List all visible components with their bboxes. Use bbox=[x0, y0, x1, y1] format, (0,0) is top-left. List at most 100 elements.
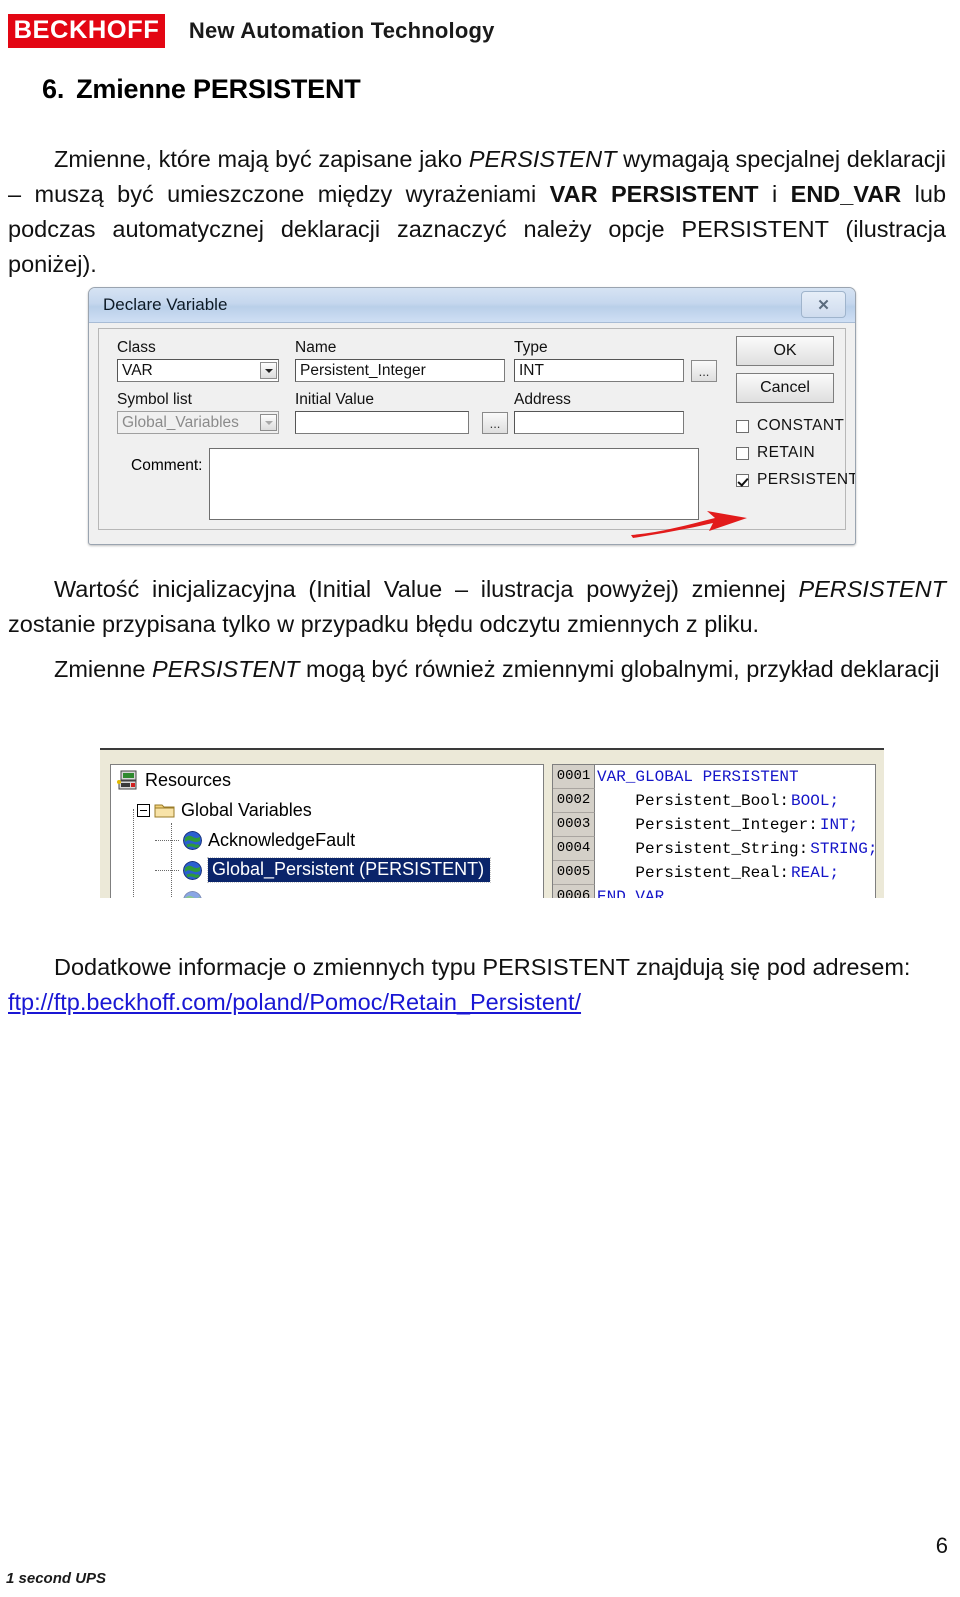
initial-value-browse-button[interactable]: ... bbox=[482, 412, 508, 434]
intro-emph-persistent: PERSISTENT bbox=[468, 146, 617, 172]
constant-checkbox[interactable] bbox=[736, 419, 749, 433]
code-var-type: INT; bbox=[819, 816, 859, 834]
code-var-name: Persistent_Real: bbox=[597, 864, 790, 882]
tree-item-label: Global Variables bbox=[181, 799, 312, 820]
close-icon[interactable]: ✕ bbox=[801, 291, 846, 318]
symbol-list-combobox[interactable]: Global_Variables bbox=[117, 411, 279, 434]
comment-textarea[interactable] bbox=[209, 448, 699, 520]
tree-item-partial[interactable] bbox=[111, 885, 543, 898]
document-header: BECKHOFF New Automation Technology bbox=[8, 10, 952, 52]
persistent-checkbox-row[interactable]: PERSISTENT bbox=[736, 471, 856, 489]
code-line: 0006 END_VAR bbox=[553, 885, 875, 898]
code-var-name: Persistent_String: bbox=[597, 840, 809, 858]
resources-tree-panel[interactable]: Resources Global Variables AcknowledgeFa… bbox=[110, 764, 544, 898]
code-var-name: Persistent_Bool: bbox=[597, 792, 790, 810]
initval-emph-persistent: PERSISTENT bbox=[798, 576, 946, 602]
beckhoff-logo: BECKHOFF bbox=[8, 14, 165, 48]
constant-checkbox-label: CONSTANT bbox=[757, 417, 845, 434]
code-var-type: REAL; bbox=[791, 864, 840, 882]
initial-value-label: Initial Value bbox=[295, 391, 374, 408]
cancel-button[interactable]: Cancel bbox=[736, 373, 834, 403]
code-line-text: END_VAR bbox=[597, 888, 665, 898]
line-number: 0006 bbox=[553, 885, 595, 898]
persistent-checkbox[interactable] bbox=[736, 473, 749, 487]
header-tagline: New Automation Technology bbox=[188, 18, 495, 43]
line-number: 0001 bbox=[553, 765, 595, 789]
global-text-1: Zmienne bbox=[54, 656, 152, 682]
initval-text-2: zostanie przypisana tylko w przypadku bł… bbox=[8, 611, 760, 637]
symbol-list-label: Symbol list bbox=[117, 391, 192, 408]
retain-checkbox-row[interactable]: RETAIN bbox=[736, 444, 815, 462]
name-label: Name bbox=[295, 339, 337, 356]
intro-bold-var-persistent: VAR PERSISTENT bbox=[549, 181, 759, 207]
intro-text-1: Zmienne, które mają być zapisane jako bbox=[54, 146, 469, 172]
type-input[interactable]: INT bbox=[514, 359, 684, 382]
paragraph-intro: Zmienne, które mają być zapisane jako PE… bbox=[8, 142, 946, 282]
tree-item-label: AcknowledgeFault bbox=[208, 829, 356, 850]
code-line: 0004 Persistent_String: STRING; bbox=[553, 837, 875, 861]
line-number: 0003 bbox=[553, 813, 595, 837]
page-title: 6. Zmienne PERSISTENT bbox=[42, 74, 361, 105]
retain-checkbox[interactable] bbox=[736, 446, 749, 460]
declaration-code-editor[interactable]: 0001 VAR_GLOBAL PERSISTENT 0002 Persiste… bbox=[552, 764, 876, 898]
type-browse-button[interactable]: ... bbox=[691, 360, 717, 382]
code-line: 0002 Persistent_Bool: BOOL; bbox=[553, 789, 875, 813]
globe-icon bbox=[183, 890, 202, 898]
declare-variable-dialog-figure: Declare Variable ✕ Class Name Type VAR P… bbox=[88, 287, 856, 545]
dialog-title: Declare Variable bbox=[103, 295, 228, 314]
intro-bold-end-var: END_VAR bbox=[790, 181, 902, 207]
code-var-name: Persistent_Integer: bbox=[597, 816, 818, 834]
class-label: Class bbox=[117, 339, 156, 356]
global-variables-figure: Resources Global Variables AcknowledgeFa… bbox=[100, 748, 884, 898]
page-number: 6 bbox=[935, 1533, 948, 1558]
tree-guide-line bbox=[155, 870, 179, 871]
chevron-down-icon-disabled bbox=[260, 414, 277, 431]
section-number: 6. bbox=[42, 74, 65, 104]
ok-button[interactable]: OK bbox=[736, 336, 834, 366]
tree-item-label: Resources bbox=[145, 769, 232, 790]
global-emph-persistent: PERSISTENT bbox=[151, 656, 300, 682]
paragraph-initial-value: Wartość inicjalizacyjna (Initial Value –… bbox=[8, 572, 946, 642]
tree-item-global-persistent[interactable]: Global_Persistent (PERSISTENT) bbox=[111, 855, 543, 885]
constant-checkbox-row[interactable]: CONSTANT bbox=[736, 417, 844, 435]
tree-item-acknowledgefault[interactable]: AcknowledgeFault bbox=[111, 825, 543, 855]
dialog-titlebar: Declare Variable ✕ bbox=[89, 288, 855, 323]
paragraph-more-info: Dodatkowe informacje o zmiennych typu PE… bbox=[8, 950, 946, 1020]
intro-text-3: i bbox=[758, 181, 791, 207]
folder-icon bbox=[154, 804, 175, 817]
code-line-text: VAR_GLOBAL PERSISTENT bbox=[597, 768, 799, 786]
chevron-down-icon[interactable] bbox=[260, 362, 277, 379]
persistent-checkbox-label: PERSISTENT bbox=[757, 471, 856, 488]
initial-value-input[interactable] bbox=[295, 411, 469, 434]
comment-label: Comment: bbox=[131, 457, 203, 474]
line-number: 0004 bbox=[553, 837, 595, 861]
section-title: Zmienne PERSISTENT bbox=[76, 74, 361, 104]
collapse-icon[interactable] bbox=[137, 803, 150, 817]
initval-text-1: Wartość inicjalizacyjna (Initial Value –… bbox=[54, 576, 799, 602]
code-var-type: BOOL; bbox=[791, 792, 840, 810]
dialog-body: Class Name Type VAR Persistent_Integer I… bbox=[98, 328, 855, 538]
ftp-link[interactable]: ftp://ftp.beckhoff.com/poland/Pomoc/Reta… bbox=[8, 989, 581, 1015]
address-input[interactable] bbox=[514, 411, 684, 434]
code-var-type: STRING; bbox=[810, 840, 876, 858]
footer-note: 1 second UPS bbox=[6, 1570, 107, 1587]
more-info-text: Dodatkowe informacje o zmiennych typu PE… bbox=[54, 954, 911, 980]
type-label: Type bbox=[514, 339, 548, 356]
global-text-2: mogą być również zmiennymi globalnymi, p… bbox=[299, 656, 940, 682]
line-number: 0005 bbox=[553, 861, 595, 885]
address-label: Address bbox=[514, 391, 571, 408]
globe-icon bbox=[183, 860, 202, 880]
logo-text: BECKHOFF bbox=[13, 16, 160, 44]
code-line: 0005 Persistent_Real: REAL; bbox=[553, 861, 875, 885]
name-input[interactable]: Persistent_Integer bbox=[295, 359, 505, 382]
class-combobox[interactable]: VAR bbox=[117, 359, 279, 382]
line-number: 0002 bbox=[553, 789, 595, 813]
paragraph-global: Zmienne PERSISTENT mogą być również zmie… bbox=[8, 652, 946, 687]
tree-guide-line bbox=[155, 840, 179, 841]
resources-icon bbox=[117, 770, 137, 790]
tree-item-resources[interactable]: Resources bbox=[111, 765, 543, 795]
globe-icon bbox=[183, 830, 202, 850]
code-line: 0003 Persistent_Integer: INT; bbox=[553, 813, 875, 837]
tree-item-global-variables[interactable]: Global Variables bbox=[111, 795, 543, 825]
tree-item-label: Global_Persistent (PERSISTENT) bbox=[206, 857, 492, 883]
